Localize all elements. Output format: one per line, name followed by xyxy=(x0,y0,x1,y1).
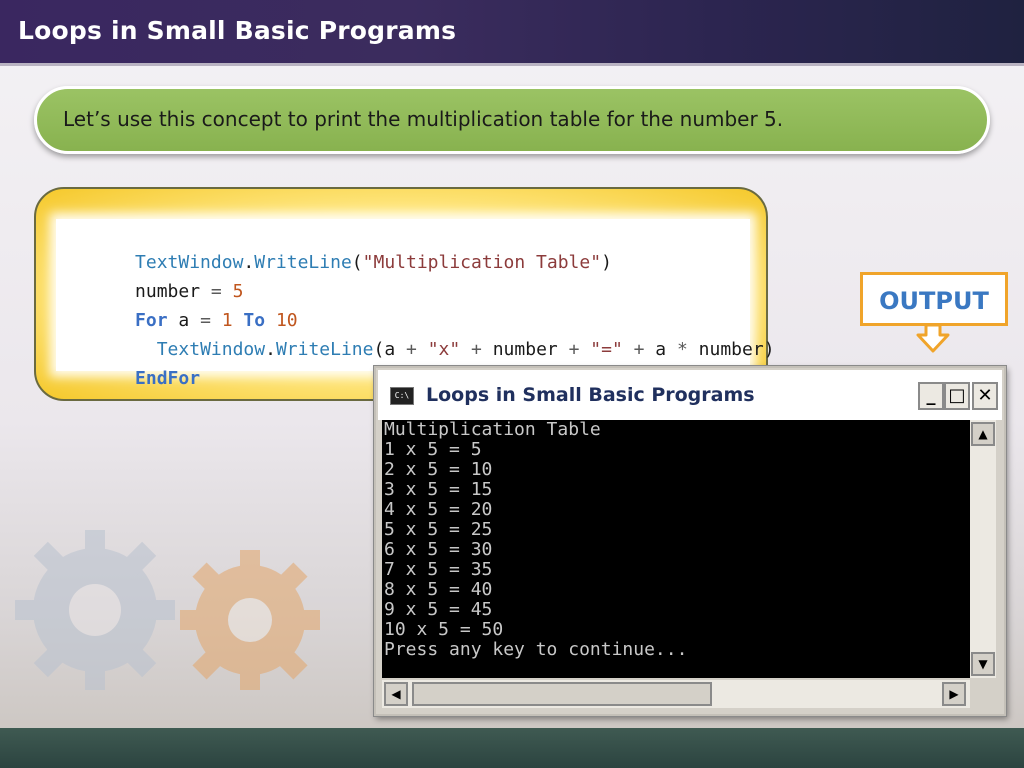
scroll-right-button[interactable]: ▶ xyxy=(942,682,966,706)
code-line-2: number = 5 xyxy=(70,260,243,302)
console-output[interactable]: Multiplication Table 1 x 5 = 5 2 x 5 = 1… xyxy=(382,420,970,678)
window-titlebar[interactable]: C:\ Loops in Small Basic Programs _ □ ✕ xyxy=(378,370,1002,420)
code-token: ) xyxy=(763,339,775,360)
code-token: number xyxy=(492,339,558,360)
instruction-text: Let’s use this concept to print the mult… xyxy=(63,107,784,131)
console-line: 5 x 5 = 25 xyxy=(384,519,493,540)
console-line: Press any key to continue... xyxy=(384,639,688,660)
console-window: C:\ Loops in Small Basic Programs _ □ ✕ … xyxy=(374,366,1006,716)
instruction-banner: Let’s use this concept to print the mult… xyxy=(34,86,990,154)
console-icon: C:\ xyxy=(390,387,414,405)
console-line: 1 x 5 = 5 xyxy=(384,439,482,460)
console-line: 8 x 5 = 40 xyxy=(384,579,493,600)
close-button[interactable]: ✕ xyxy=(972,382,998,410)
horizontal-scroll-thumb[interactable] xyxy=(412,682,712,706)
code-token: + xyxy=(622,339,656,360)
scroll-down-button[interactable]: ▼ xyxy=(971,652,995,676)
code-token: WriteLine xyxy=(275,339,374,360)
console-line: 4 x 5 = 20 xyxy=(384,499,493,520)
code-block: TextWindow.WriteLine("Multiplication Tab… xyxy=(56,219,775,389)
code-token: + xyxy=(460,339,493,360)
console-line: 3 x 5 = 15 xyxy=(384,479,493,500)
console-line: Multiplication Table xyxy=(384,419,601,440)
code-token: + xyxy=(395,339,428,360)
code-token: number xyxy=(698,339,764,360)
code-token: "Multiplication Table" xyxy=(362,252,602,273)
code-token: . xyxy=(243,252,255,273)
window-title: Loops in Small Basic Programs xyxy=(426,384,755,406)
scroll-left-button[interactable]: ◀ xyxy=(384,682,408,706)
code-token: "=" xyxy=(590,339,623,360)
slide-title: Loops in Small Basic Programs xyxy=(18,16,457,45)
minimize-button[interactable]: _ xyxy=(918,382,944,410)
code-token: EndFor xyxy=(135,368,201,389)
resize-grip-icon[interactable] xyxy=(972,682,996,706)
code-token: + xyxy=(557,339,591,360)
maximize-button[interactable]: □ xyxy=(944,382,970,410)
gears-decoration-icon xyxy=(15,530,320,690)
code-token: . xyxy=(265,339,276,360)
code-line-1: TextWindow.WriteLine("Multiplication Tab… xyxy=(70,231,612,273)
output-label: OUTPUT xyxy=(860,272,1008,326)
title-bar: Loops in Small Basic Programs xyxy=(0,0,1024,66)
scroll-up-button[interactable]: ▲ xyxy=(971,422,995,446)
code-token: "x" xyxy=(427,339,461,360)
code-line-4: TextWindow.WriteLine(a + "x" + number + … xyxy=(70,318,775,360)
code-token: ( xyxy=(351,252,363,273)
code-token: WriteLine xyxy=(254,252,352,273)
console-line: 6 x 5 = 30 xyxy=(384,539,493,560)
code-line-3: For a = 1 To 10 xyxy=(70,289,298,331)
console-line: 9 x 5 = 45 xyxy=(384,599,493,620)
code-token: ( xyxy=(373,339,385,360)
code-token: * xyxy=(666,339,699,360)
code-line-5: EndFor xyxy=(70,347,200,389)
code-token: a xyxy=(655,339,667,360)
code-token: a xyxy=(384,339,396,360)
horizontal-scrollbar[interactable]: ◀ ▶ xyxy=(382,680,970,708)
vertical-scrollbar[interactable]: ▲ ▼ xyxy=(970,420,996,678)
code-token: ) xyxy=(601,252,612,273)
output-label-text: OUTPUT xyxy=(879,287,989,315)
down-arrow-icon xyxy=(916,323,950,353)
console-line: 2 x 5 = 10 xyxy=(384,459,493,480)
console-line: 10 x 5 = 50 xyxy=(384,619,504,640)
footer-strip xyxy=(0,728,1024,768)
console-line: 7 x 5 = 35 xyxy=(384,559,493,580)
